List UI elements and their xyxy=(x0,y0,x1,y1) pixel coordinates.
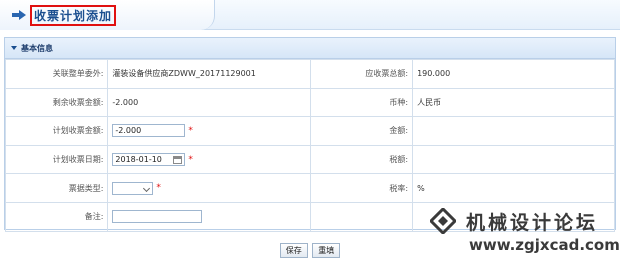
planned-amount-cell: -2.000 * xyxy=(107,116,311,146)
currency-label: 币种: xyxy=(309,87,414,118)
section-header[interactable]: 基本信息 xyxy=(5,38,615,59)
related-doc-label: 关联整单委外: xyxy=(4,59,109,89)
required-mark: * xyxy=(188,154,193,165)
amount-value xyxy=(412,116,615,146)
watermark-title: 机械设计论坛 xyxy=(466,212,599,234)
page-header: 收票计划添加 xyxy=(0,0,620,30)
planned-date-value: 2018-01-10 xyxy=(115,155,162,165)
planned-amount-label: 计划收票金额: xyxy=(4,116,109,146)
remarks-label: 备注: xyxy=(4,201,109,232)
reset-button[interactable]: 重填 xyxy=(312,243,341,258)
collapse-triangle-icon[interactable] xyxy=(11,46,17,50)
currency-value: 人民币 xyxy=(412,87,615,118)
chevron-down-icon[interactable] xyxy=(143,184,151,192)
remaining-amount-value: -2.000 xyxy=(107,87,311,118)
table-row: 剩余收票金额: -2.000 币种: 人民币 xyxy=(4,87,615,118)
tax-rate-label: 税率: xyxy=(309,173,414,203)
tax-amount-label: 税额: xyxy=(309,144,414,175)
planned-date-input[interactable]: 2018-01-10 xyxy=(112,153,186,167)
invoice-type-cell: * xyxy=(107,173,311,203)
save-button[interactable]: 保存 xyxy=(279,243,308,258)
arrow-right-icon xyxy=(12,10,26,20)
section-title: 基本信息 xyxy=(21,43,53,53)
table-row: 计划收票金额: -2.000 * 金额: xyxy=(4,116,615,146)
planned-date-label: 计划收票日期: xyxy=(4,144,109,175)
required-mark: * xyxy=(188,125,193,136)
amount-label: 金额: xyxy=(309,116,414,146)
invoice-type-label: 票据类型: xyxy=(4,173,109,203)
page-title: 收票计划添加 xyxy=(33,9,112,23)
watermark-url: www.zgjxcad.com xyxy=(469,236,620,254)
invoice-type-select[interactable] xyxy=(112,181,154,195)
watermark: 机械设计论坛 www.zgjxcad.com xyxy=(424,200,620,266)
total-receivable-label: 应收票总额: xyxy=(309,59,414,89)
total-receivable-value: 190.000 xyxy=(412,59,615,89)
table-row: 计划收票日期: 2018-01-10 * 税额: xyxy=(4,144,615,175)
page-title-box: 收票计划添加 xyxy=(30,5,116,26)
forum-logo-icon xyxy=(430,208,456,234)
calendar-icon[interactable] xyxy=(173,156,183,165)
tax-rate-value: % xyxy=(412,173,615,203)
table-row: 票据类型: * 税率: % xyxy=(4,173,615,203)
empty-label-cell xyxy=(309,201,414,232)
tax-amount-value xyxy=(412,144,615,175)
required-mark: * xyxy=(156,183,161,194)
table-row: 关联整单委外: 灌装设备供应商ZDWW_20171129001 应收票总额: 1… xyxy=(4,59,615,89)
remaining-amount-label: 剩余收票金额: xyxy=(4,87,109,118)
planned-amount-input[interactable]: -2.000 xyxy=(112,124,186,138)
remarks-cell xyxy=(107,201,311,232)
remarks-input[interactable] xyxy=(112,210,203,224)
planned-date-cell: 2018-01-10 * xyxy=(107,144,311,175)
related-doc-value: 灌装设备供应商ZDWW_20171129001 xyxy=(107,59,311,89)
